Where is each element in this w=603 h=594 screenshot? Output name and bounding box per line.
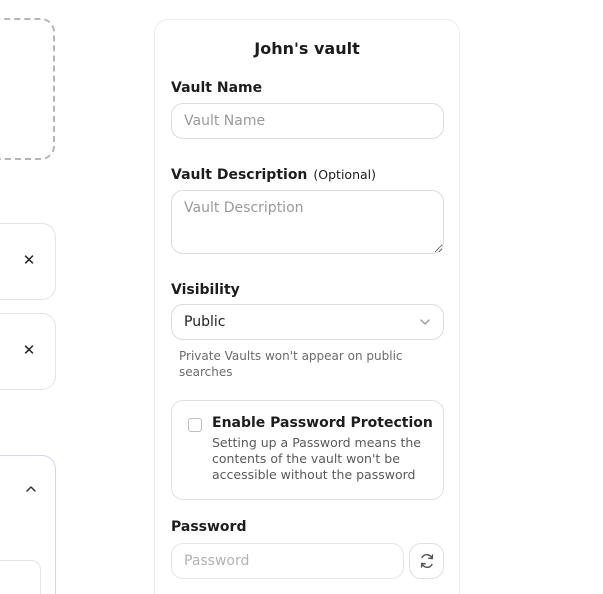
app-root: ✕ ✕ John's vault Vault Name Vault Descri… [0,0,603,594]
password-protection-card: Enable Password Protection Setting up a … [171,400,444,500]
password-protection-title: Enable Password Protection [212,415,433,431]
uploaded-file-card: ✕ [0,223,56,300]
accordion-panel [0,455,56,594]
close-icon[interactable]: ✕ [19,250,39,270]
visibility-selected-value: Public [184,314,226,330]
password-protection-description: Setting up a Password means the contents… [212,435,422,482]
regenerate-password-button[interactable] [409,543,444,579]
password-input[interactable] [171,543,404,579]
optional-tag: (Optional) [313,167,377,182]
vault-name-input[interactable] [171,103,444,139]
password-label: Password [171,519,247,535]
visibility-select[interactable]: Public [171,304,444,340]
refresh-icon [420,554,433,568]
vault-name-label: Vault Name [171,80,263,96]
close-icon[interactable]: ✕ [19,340,39,360]
file-dropzone[interactable] [0,18,55,160]
vault-description-label-text: Vault Description [171,167,308,183]
page-title: John's vault [254,39,360,58]
chevron-down-icon [420,319,430,325]
uploaded-file-card: ✕ [0,313,56,390]
vault-form-panel: John's vault Vault Name Vault Descriptio… [154,19,460,594]
vault-description-label: Vault Description (Optional) [171,167,376,183]
accordion-inner-card [0,560,41,594]
password-protection-checkbox[interactable] [188,418,202,432]
visibility-hint: Private Vaults won't appear on public se… [179,349,403,379]
vault-description-input[interactable] [171,190,444,254]
visibility-label: Visibility [171,282,240,298]
chevron-up-icon[interactable] [24,482,38,496]
